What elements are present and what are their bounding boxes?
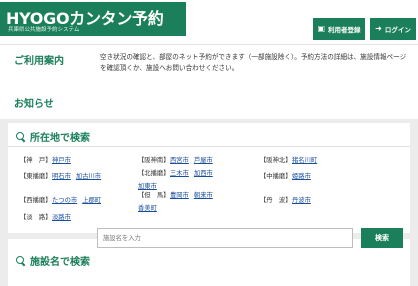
region-label: 【中播磨】: [260, 173, 292, 180]
name-search-header: 施設名で検索: [15, 253, 90, 268]
register-label: 利用者登録: [328, 26, 361, 34]
login-label: ログイン: [384, 26, 411, 34]
region-row: 【北播磨】 三木市 加西市加東市: [138, 168, 213, 190]
region-label: 【阪神南】: [138, 157, 170, 164]
region-row: 【阪神北】 猪名川町: [260, 155, 317, 164]
city-link[interactable]: 丹波市: [292, 197, 311, 204]
region-cities: 姫路市: [292, 171, 316, 180]
region-row: 【中播磨】 姫路市: [260, 171, 311, 180]
region-label: 【神 戸】: [20, 157, 52, 164]
region-label: 【阪神北】: [260, 157, 292, 164]
facility-name-input[interactable]: [97, 228, 353, 248]
register-button[interactable]: ▣ 利用者登録: [313, 18, 365, 40]
region-cities: たつの市 上郡町: [52, 195, 106, 204]
location-search-title: 所在地で検索: [30, 133, 90, 144]
location-search-card: 所在地で検索 【神 戸】 神戸市 【阪神南】 西宮市 芦屋市 【阪神北】 猪名川町【東播磨】…: [8, 123, 410, 233]
region-row: 【東播磨】 明石市 加古川市: [20, 171, 101, 180]
search-icon: [15, 255, 26, 266]
city-link[interactable]: 姫路市: [292, 173, 311, 180]
news-title: お知らせ: [14, 99, 54, 110]
user-card-icon: ▣: [317, 24, 326, 33]
login-arrow-icon: ➜: [375, 24, 382, 33]
header-divider: [0, 44, 418, 45]
city-link[interactable]: 明石市: [52, 173, 71, 180]
city-link[interactable]: 猪名川町: [292, 157, 317, 164]
region-label: 【西播磨】: [20, 197, 52, 204]
region-cities: 猪名川町: [292, 155, 322, 164]
guide-title: ご利用案内: [14, 56, 64, 67]
city-link[interactable]: 芦屋市: [194, 157, 213, 164]
region-row: 【淡 路】 淡路市: [20, 212, 71, 221]
region-cities: 西宮市 芦屋市: [170, 155, 218, 164]
region-row: 【西播磨】 たつの市 上郡町: [20, 195, 101, 204]
region-cities: 淡路市: [52, 212, 76, 221]
region-label: 【北播磨】: [138, 170, 170, 177]
city-link[interactable]: 淡路市: [52, 214, 71, 221]
city-link[interactable]: 加西市: [194, 170, 213, 177]
city-link[interactable]: 香美町: [138, 203, 157, 212]
city-link[interactable]: たつの市: [52, 197, 77, 204]
city-link[interactable]: 加東市: [138, 181, 157, 190]
city-link[interactable]: 神戸市: [52, 157, 71, 164]
site-logo[interactable]: HYOGOカンタン予約 兵庫県公共施設予約システム: [0, 2, 186, 36]
site-header: HYOGOカンタン予約 兵庫県公共施設予約システム ▣ 利用者登録 ➜ ログイン: [0, 0, 418, 44]
guide-text: 空き状況の確認と、部屋のネット予約ができます（一部施設除く）。予約方法の詳細は、…: [100, 53, 407, 72]
city-link[interactable]: 加古川市: [76, 173, 101, 180]
region-cities: 三木市 加西市加東市: [138, 168, 218, 190]
region-cities: 豊岡市 朝来市香美町: [138, 190, 218, 212]
logo-subtitle: 兵庫県公共施設予約システム: [8, 27, 80, 33]
region-cities: 明石市 加古川市: [52, 171, 106, 180]
region-row: 【丹 波】 丹波市: [260, 195, 311, 204]
search-icon: [15, 131, 26, 142]
region-label: 【淡 路】: [20, 214, 52, 221]
name-search-title: 施設名で検索: [30, 257, 90, 268]
region-row: 【阪神南】 西宮市 芦屋市: [138, 155, 213, 164]
region-row: 【但 馬】 豊岡市 朝来市香美町: [138, 190, 213, 212]
search-button[interactable]: 検索: [361, 228, 403, 248]
city-link[interactable]: 三木市: [170, 170, 189, 177]
city-link[interactable]: 豊岡市: [170, 192, 189, 199]
location-search-header: 所在地で検索: [15, 129, 90, 144]
city-link[interactable]: 上郡町: [82, 197, 101, 204]
region-label: 【但 馬】: [138, 192, 170, 199]
region-cities: 神戸市: [52, 155, 76, 164]
region-label: 【丹 波】: [260, 197, 292, 204]
region-cities: 丹波市: [292, 195, 316, 204]
region-label: 【東播磨】: [20, 173, 52, 180]
card-divider: [8, 146, 410, 147]
region-row: 【神 戸】 神戸市: [20, 155, 71, 164]
login-button[interactable]: ➜ ログイン: [370, 18, 416, 40]
city-link[interactable]: 朝来市: [194, 192, 213, 199]
city-link[interactable]: 西宮市: [170, 157, 189, 164]
